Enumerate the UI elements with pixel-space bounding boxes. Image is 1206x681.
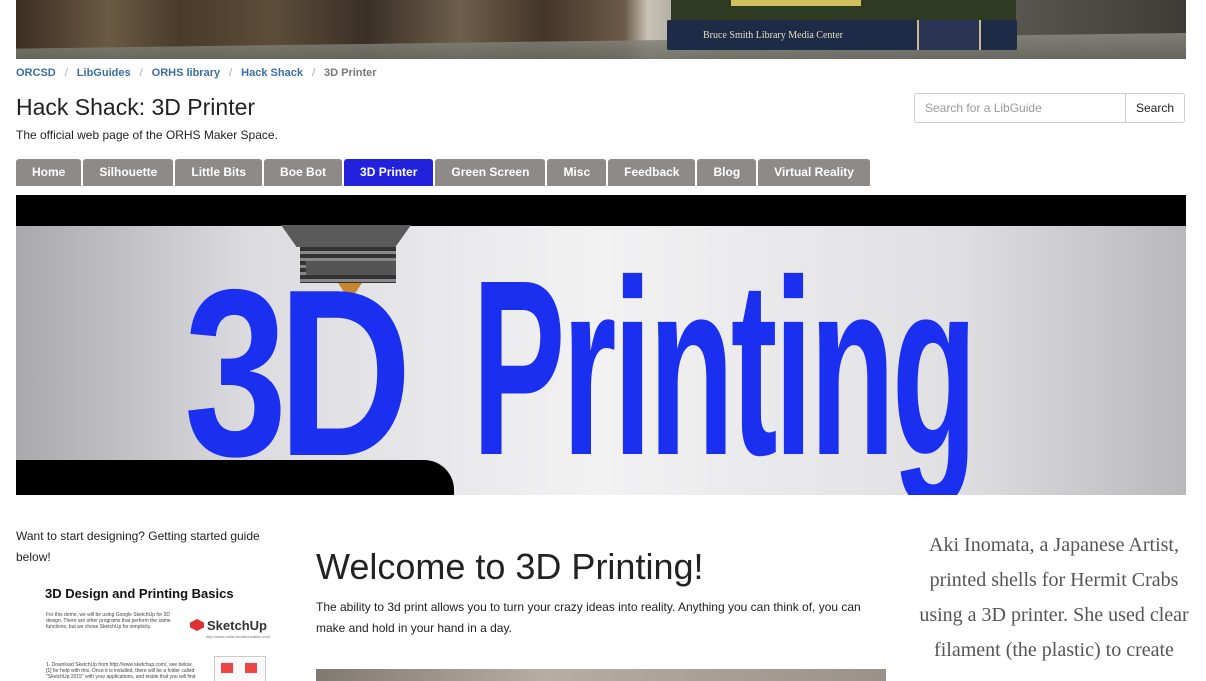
breadcrumb-orcsd[interactable]: ORCSD [16,67,56,79]
doc-title: 3D Design and Printing Basics [45,586,234,601]
guide-document-thumbnail[interactable]: 3D Design and Printing Basics For this d… [38,580,278,681]
sketchup-logo: SketchUp [190,618,267,633]
left-intro-text: Want to start designing? Getting started… [16,529,260,564]
tab-misc[interactable]: Misc [547,159,607,186]
banner-book: Bruce Smith Library Media Center [667,20,1017,50]
doc-logo-sub: http://www.ontarionvationcation.com [206,634,271,639]
banner-book-spine-text: Bruce Smith Library Media Center [703,30,843,41]
hero-text-printing: Printing [472,228,977,495]
hero-printer-frame [16,195,1186,226]
tab-feedback[interactable]: Feedback [608,159,696,186]
tab-3d-printer[interactable]: 3D Printer [344,159,434,186]
aki-inomata-quote: Aki Inomata, a Japanese Artist, printed … [919,534,1189,661]
guide-tabs: Home Silhouette Little Bits Boe Bot 3D P… [16,159,872,186]
hero-text-3d: 3D [184,241,412,495]
page-subtitle: The official web page of the ORHS Maker … [16,128,278,142]
breadcrumb: ORCSD / LibGuides / ORHS library / Hack Shack /… [16,67,377,79]
tab-little-bits[interactable]: Little Bits [175,159,263,186]
doc-text: For this demo, we will be using Google S… [46,612,171,630]
printer-bed [16,460,454,495]
welcome-heading: Welcome to 3D Printing! [316,546,704,587]
header-banner-image: Bruce Smith Library Media Center [16,0,1186,59]
doc-step-1: 1. Download SketchUp from http://www.ske… [46,662,196,680]
search-input[interactable] [914,93,1134,123]
tab-green-screen[interactable]: Green Screen [435,159,546,186]
libguide-search: Search [914,93,1185,123]
hero-3d-printing-image: 3D Printing [16,195,1186,495]
search-button[interactable]: Search [1125,93,1185,123]
tab-silhouette[interactable]: Silhouette [83,159,174,186]
banner-book-top [671,0,1016,22]
breadcrumb-current: 3D Printer [324,67,377,79]
tab-home[interactable]: Home [16,159,82,186]
sketchup-label: SketchUp [207,618,267,633]
tab-boe-bot[interactable]: Boe Bot [264,159,343,186]
tab-virtual-reality[interactable]: Virtual Reality [758,159,870,186]
page-title: Hack Shack: 3D Printer [16,94,256,120]
breadcrumb-hack-shack[interactable]: Hack Shack [241,67,303,79]
breadcrumb-libguides[interactable]: LibGuides [77,67,131,79]
tab-blog[interactable]: Blog [697,159,757,186]
sketchup-icon [190,619,204,631]
breadcrumb-orhs-library[interactable]: ORHS library [152,67,220,79]
doc-screenshot-image [214,656,266,681]
embedded-media[interactable] [316,669,886,681]
welcome-paragraph: The ability to 3d print allows you to tu… [316,600,861,635]
